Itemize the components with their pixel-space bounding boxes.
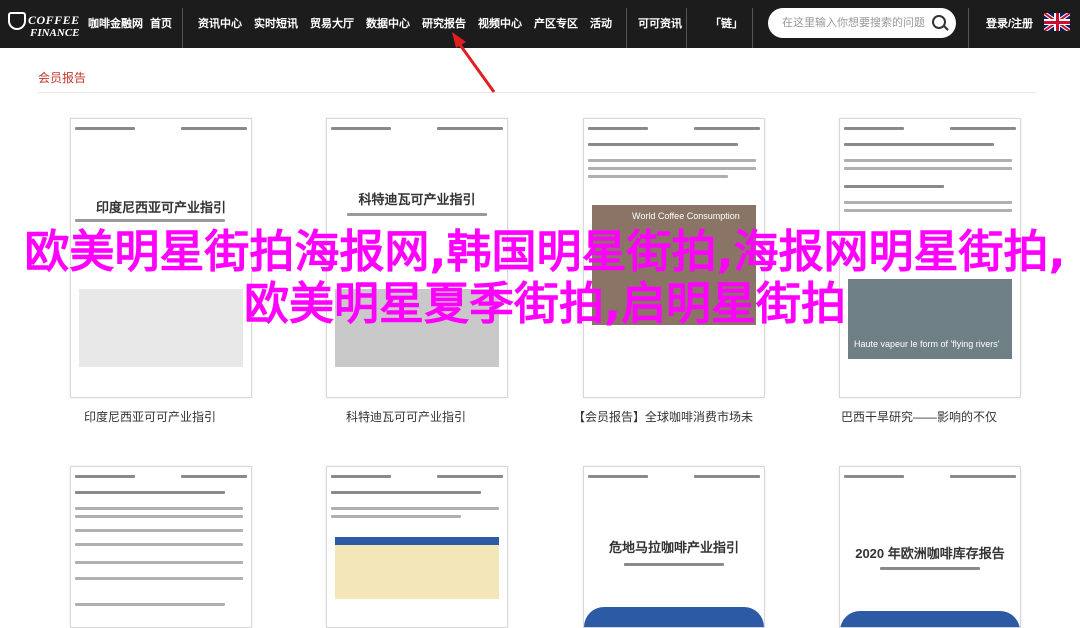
nav-item-trade-hall[interactable]: 贸易大厅: [310, 16, 354, 32]
report-card[interactable]: 危地马拉咖啡产业指引: [583, 466, 765, 628]
thumbnail-caption: Haute vapeur le form of 'flying rivers': [854, 339, 1000, 349]
report-table-thumbnail: [335, 537, 499, 599]
coffee-cup-icon: [8, 12, 26, 30]
nav-item-flash-news[interactable]: 实时短讯: [254, 16, 298, 32]
nav-item-site[interactable]: 咖啡金融网: [88, 16, 143, 32]
section-title: 会员报告: [38, 71, 87, 85]
nav-item-news-center[interactable]: 资讯中心: [198, 16, 242, 32]
nav-item-origin-zone[interactable]: 产区专区: [534, 16, 578, 32]
search-box: [768, 8, 956, 38]
nav-item-events[interactable]: 活动: [590, 16, 612, 32]
report-cover-graphic: [840, 611, 1020, 627]
report-caption[interactable]: 【会员报告】全球咖啡消费市场未: [543, 408, 783, 425]
nav-divider: [752, 8, 753, 48]
report-card[interactable]: [70, 466, 252, 628]
top-navigation-bar: COFFEE FINANCE 咖啡金融网 首页 资讯中心 实时短讯 贸易大厅 数…: [0, 0, 1080, 48]
nav-item-home[interactable]: 首页: [150, 16, 172, 32]
report-cover-graphic: [584, 607, 764, 627]
nav-item-video-center[interactable]: 视频中心: [478, 16, 522, 32]
nav-divider: [686, 8, 687, 48]
nav-divider: [968, 8, 969, 48]
report-caption[interactable]: 科特迪瓦可可产业指引: [286, 408, 526, 425]
nav-item-data-center[interactable]: 数据中心: [366, 16, 410, 32]
nav-item-research-reports[interactable]: 研究报告: [422, 16, 466, 32]
search-icon[interactable]: [932, 15, 946, 29]
overlay-headline: 欧美明星街拍海报网,韩国明星街拍,海报网明星街拍,欧美明星夏季街拍,启明星街拍: [24, 225, 1066, 330]
report-doc-title: 危地马拉咖啡产业指引: [608, 540, 739, 555]
thumbnail-caption: World Coffee Consumption: [632, 211, 740, 221]
section-divider: [38, 92, 1036, 93]
login-register-link[interactable]: 登录/注册: [986, 16, 1033, 32]
nav-divider: [182, 8, 183, 48]
uk-flag-language-icon[interactable]: [1044, 13, 1070, 31]
report-doc-title: 科特迪瓦可产业指引: [358, 192, 476, 207]
nav-item-cocoa-news[interactable]: 可可资讯: [638, 16, 682, 32]
report-caption[interactable]: 印度尼西亚可可产业指引: [30, 408, 270, 425]
report-card[interactable]: 2020 年欧洲咖啡库存报告: [839, 466, 1021, 628]
logo-text-line1: COFFEE: [28, 13, 80, 27]
report-card[interactable]: [326, 466, 508, 628]
report-doc-title: 印度尼西亚可产业指引: [95, 200, 226, 215]
nav-item-chain[interactable]: 「链」: [710, 16, 743, 32]
coffee-finance-logo[interactable]: COFFEE FINANCE: [8, 8, 82, 40]
logo-text-line2: FINANCE: [30, 27, 80, 39]
nav-divider: [626, 8, 627, 48]
report-caption[interactable]: 巴西干旱研究——影响的不仅: [799, 408, 1039, 425]
search-input[interactable]: [782, 15, 932, 31]
report-doc-title: 2020 年欧洲咖啡库存报告: [855, 546, 1005, 561]
